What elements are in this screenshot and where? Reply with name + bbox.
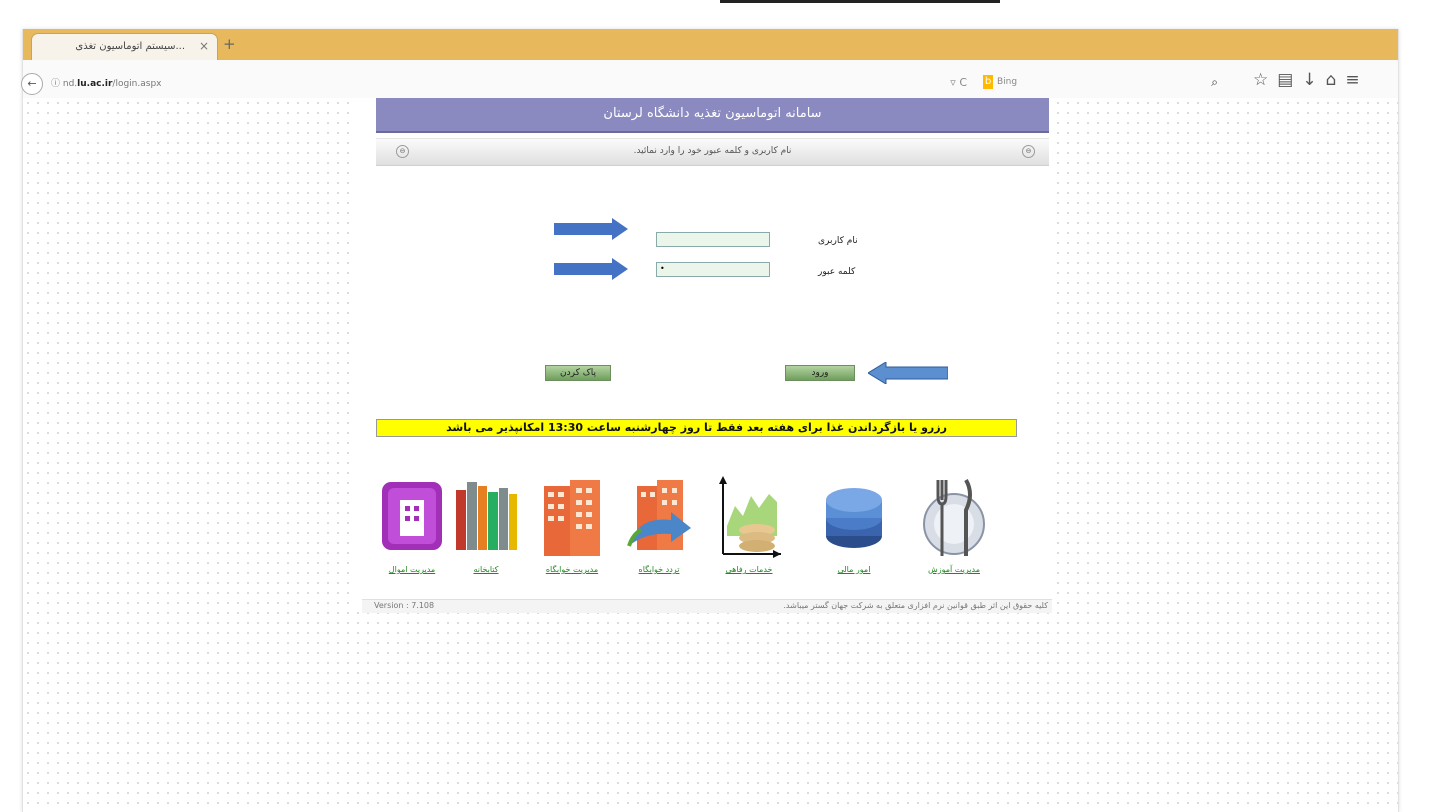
copyright-text: کلیه حقوق این اثر طبق قوانین نرم افزاری … xyxy=(783,601,1048,610)
page-header: سامانه اتوماسیون تغذیه دانشگاه لرستان xyxy=(376,98,1049,133)
url-text: ⓘ nd.lu.ac.ir/login.aspx xyxy=(51,79,162,89)
module-label[interactable]: امور مالی xyxy=(819,565,889,574)
module-library[interactable]: کتابخانه xyxy=(451,476,521,579)
reader-icon[interactable]: ▤ xyxy=(1277,70,1302,90)
dormitory-icon xyxy=(544,480,600,556)
property-icon xyxy=(382,482,442,550)
search-box[interactable]: b Bing ⌕ xyxy=(983,75,1218,92)
module-welfare[interactable]: خدمات رفاهی xyxy=(714,476,784,579)
collapse-right-icon[interactable]: ⊖ xyxy=(1022,145,1035,158)
module-dormitory[interactable]: مدیریت خوابگاه xyxy=(537,476,607,579)
download-icon[interactable]: ↓ xyxy=(1302,70,1325,90)
arrow-to-username-icon xyxy=(554,218,628,240)
tab-bar: ...سیستم اتوماسیون تغذی × + xyxy=(23,29,1398,61)
instruction-text: نام کاربری و کلمه عبور خود را وارد نمائی… xyxy=(633,146,792,156)
home-icon[interactable]: ⌂ xyxy=(1326,70,1346,90)
navigation-bar: ← ⓘ nd.lu.ac.ir/login.aspx ▿ C b Bing ⌕ … xyxy=(21,60,1398,99)
browser-tab[interactable]: ...سیستم اتوماسیون تغذی × xyxy=(31,33,218,61)
module-label[interactable]: تردد خوابگاه xyxy=(624,565,694,574)
username-field[interactable] xyxy=(656,232,770,247)
login-button[interactable]: ورود xyxy=(785,365,855,381)
page-footer: Version : 7.108 کلیه حقوق این اثر طبق قو… xyxy=(362,599,1052,613)
new-tab-button[interactable]: + xyxy=(223,35,236,53)
module-label[interactable]: مدیریت اموال xyxy=(377,565,447,574)
address-bar[interactable]: ⓘ nd.lu.ac.ir/login.aspx ▿ C xyxy=(43,75,973,92)
welfare-icon xyxy=(719,476,781,558)
notice-banner: رزرو یا بازگرداندن غذا برای هفته بعد فقط… xyxy=(376,419,1017,437)
search-placeholder: Bing xyxy=(997,77,1018,87)
password-field[interactable]: • xyxy=(656,262,770,277)
finance-icon xyxy=(826,488,882,548)
tab-title: ...سیستم اتوماسیون تغذی xyxy=(75,41,185,52)
bing-icon: b xyxy=(983,75,993,89)
module-label[interactable]: مدیریت آموزش xyxy=(919,565,989,574)
page-title: سامانه اتوماسیون تغذیه دانشگاه لرستان xyxy=(603,106,822,121)
module-finance[interactable]: امور مالی xyxy=(819,476,889,579)
browser-window: ...سیستم اتوماسیون تغذی × + ← ⓘ nd.lu.ac… xyxy=(21,29,1399,812)
username-label: نام کاربری xyxy=(818,236,858,246)
password-label: کلمه عبور xyxy=(818,267,856,277)
module-property[interactable]: مدیریت اموال xyxy=(377,476,447,579)
reload-icon[interactable]: ▿ C xyxy=(950,76,967,89)
search-icon[interactable]: ⌕ xyxy=(1211,75,1218,90)
toolbar-icons: ☆▤↓⌂≡ xyxy=(1253,70,1369,90)
education-icon xyxy=(923,479,985,556)
login-panel: سامانه اتوماسیون تغذیه دانشگاه لرستان ⊖ … xyxy=(354,98,1052,613)
screen: ...سیستم اتوماسیون تغذی × + ← ⓘ nd.lu.ac… xyxy=(0,0,1429,812)
dorm-traffic-icon xyxy=(627,480,691,550)
module-label[interactable]: کتابخانه xyxy=(451,565,521,574)
page-area: سامانه اتوماسیون تغذیه دانشگاه لرستان ⊖ … xyxy=(23,98,1398,812)
top-strip xyxy=(0,0,1429,18)
close-tab-icon[interactable]: × xyxy=(199,39,209,53)
instruction-bar: ⊖ نام کاربری و کلمه عبور خود را وارد نما… xyxy=(376,138,1049,166)
bookmark-star-icon[interactable]: ☆ xyxy=(1253,70,1277,90)
arrow-to-password-icon xyxy=(554,258,628,280)
cropped-text xyxy=(720,0,1000,11)
arrow-to-login-icon xyxy=(868,362,948,384)
module-education[interactable]: مدیریت آموزش xyxy=(919,476,989,579)
menu-icon[interactable]: ≡ xyxy=(1345,70,1368,90)
clear-button[interactable]: پاک کردن xyxy=(545,365,611,381)
module-label[interactable]: خدمات رفاهی xyxy=(714,565,784,574)
version-text: Version : 7.108 xyxy=(374,601,435,610)
library-icon xyxy=(456,482,517,550)
module-label[interactable]: مدیریت خوابگاه xyxy=(537,565,607,574)
back-button[interactable]: ← xyxy=(21,73,43,95)
module-dorm-traffic[interactable]: تردد خوابگاه xyxy=(624,476,694,579)
